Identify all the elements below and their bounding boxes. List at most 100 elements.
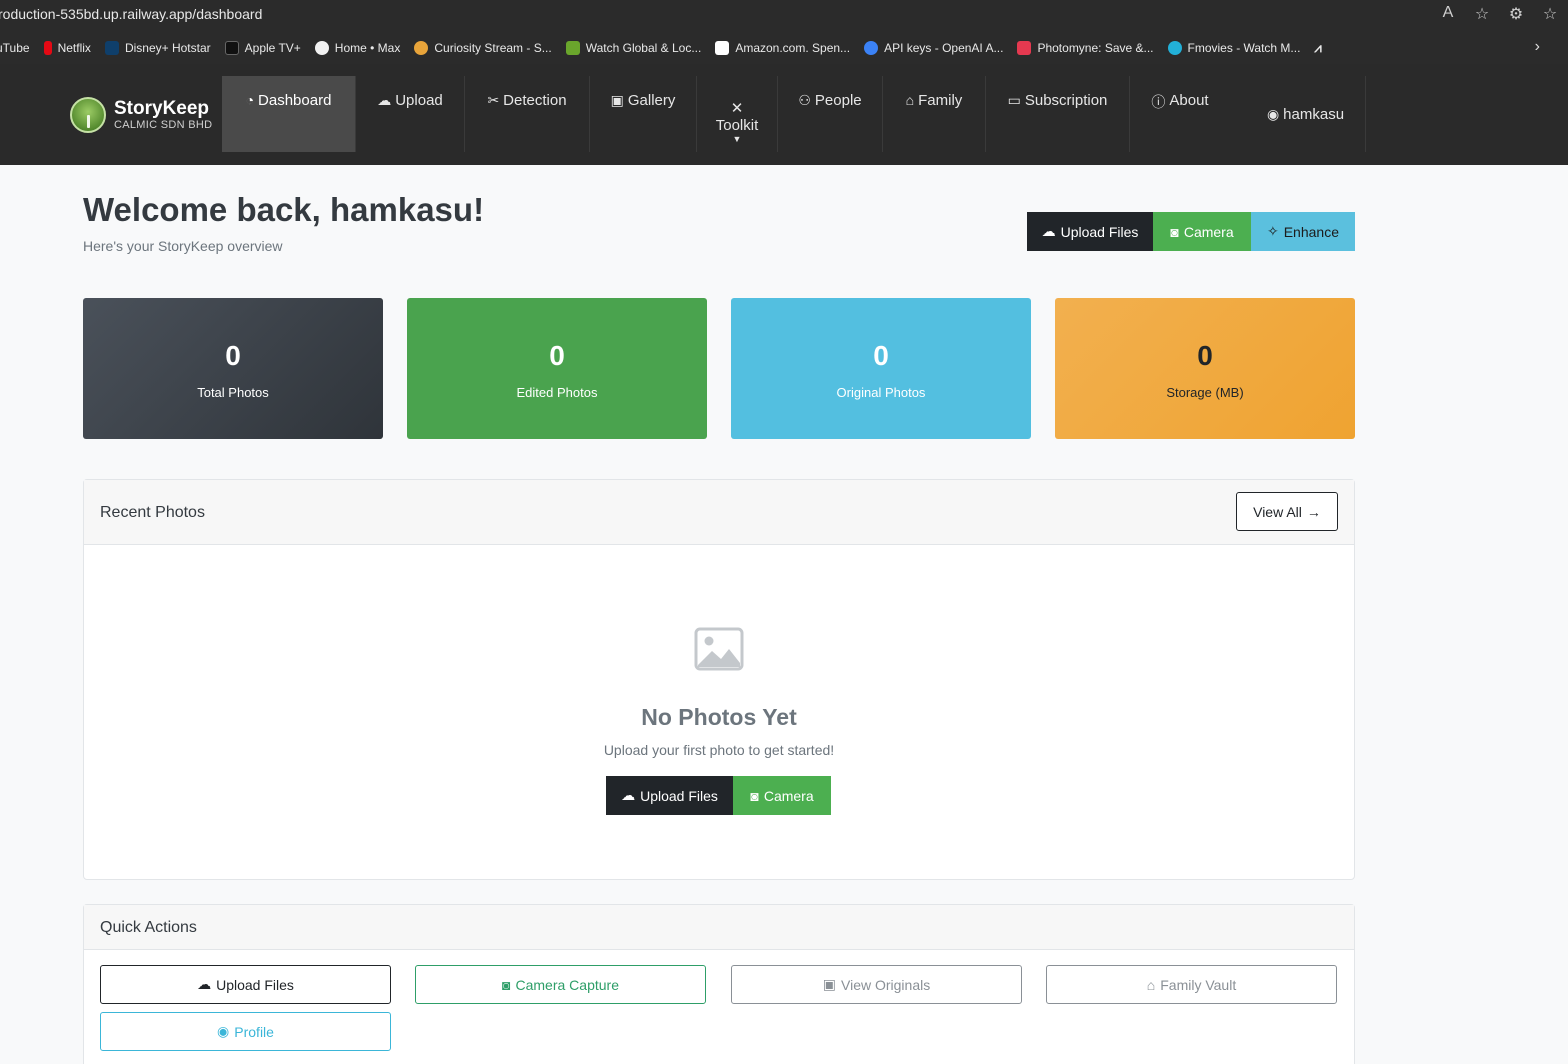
empty-state-buttons: ☁ Upload Files ◙ Camera	[606, 776, 831, 815]
info-icon: ⓘ	[1151, 94, 1166, 110]
button-label: Upload Files	[640, 787, 718, 804]
appletv-icon	[224, 40, 239, 55]
nav-label: Family	[918, 92, 963, 109]
person-circle-icon: ◉	[217, 1023, 230, 1039]
star-icon[interactable]: ☆	[1472, 4, 1492, 24]
stat-label: Edited Photos	[516, 385, 598, 400]
url-text[interactable]: roduction-535bd.up.railway.app/dashboard	[0, 6, 262, 22]
quick-camera-capture-button[interactable]: ◙ Camera Capture	[415, 965, 706, 1004]
nav-about[interactable]: ⓘ About	[1130, 76, 1230, 152]
button-label: View All	[1253, 503, 1302, 520]
nav-label: Toolkit	[715, 116, 759, 134]
nav-people[interactable]: ⚇ People	[778, 76, 883, 152]
hotstar-icon	[104, 40, 119, 55]
cloud-upload-icon: ☁	[377, 92, 392, 108]
enhance-button[interactable]: ✧ Enhance	[1251, 212, 1355, 251]
nav-detection[interactable]: ✂ Detection	[465, 76, 590, 152]
brand[interactable]: StoryKeep CALMIC SDN BHD	[70, 97, 212, 133]
nav-label: People	[814, 92, 862, 109]
nav-dashboard[interactable]: ◔ Dashboard	[222, 76, 356, 152]
nav-user-menu[interactable]: ◉ hamkasu	[1246, 76, 1366, 152]
empty-state-title: No Photos Yet	[641, 704, 797, 730]
camera-icon: ◙	[502, 976, 511, 993]
image-icon: ▣	[822, 976, 836, 992]
openai-icon	[864, 40, 879, 55]
camera-button[interactable]: ◙ Camera	[1153, 212, 1251, 251]
bookmark-misc[interactable]: ⩘	[1314, 40, 1321, 56]
house-heart-icon: ⌂	[905, 92, 915, 108]
cloud-upload-icon: ☁	[1041, 223, 1056, 239]
fmovies-icon	[1167, 40, 1182, 55]
upload-files-button[interactable]: ☁ Upload Files	[606, 776, 733, 815]
username: hamkasu	[1283, 106, 1345, 123]
wave-icon: ⩘	[1314, 39, 1322, 55]
photomyne-icon	[1017, 40, 1032, 55]
nav-gallery[interactable]: ▣ Gallery	[590, 76, 697, 152]
bookmark-label: Disney+ Hotstar	[124, 40, 211, 55]
scissors-icon: ✂	[487, 92, 500, 108]
cloud-upload-icon: ☁	[621, 787, 636, 803]
image-placeholder-icon	[694, 627, 744, 671]
bookmark-youtube[interactable]: uTube	[0, 41, 30, 55]
bookmark-label: Amazon.com. Spen...	[735, 40, 851, 55]
bookmark-amazon[interactable]: Amazon.com. Spen...	[715, 40, 851, 55]
quick-family-vault-button[interactable]: ⌂ Family Vault	[1046, 965, 1337, 1004]
stat-edited-photos: 0 Edited Photos	[407, 298, 707, 439]
recent-photos-card: Recent Photos View All → No Photos Yet Up…	[83, 479, 1355, 880]
caret-down-icon: ▼	[732, 133, 742, 144]
bookmark-openai[interactable]: API keys - OpenAI A...	[864, 40, 1003, 55]
stat-total-photos: 0 Total Photos	[83, 298, 383, 439]
arrow-right-icon: →	[1306, 503, 1321, 520]
stat-value: 0	[873, 340, 889, 371]
bookmark-hotstar[interactable]: Disney+ Hotstar	[104, 40, 211, 55]
bookmark-watch-global[interactable]: Watch Global & Loc...	[565, 40, 702, 55]
amazon-icon	[715, 40, 730, 55]
button-label: Camera	[763, 787, 814, 804]
button-label: View Originals	[841, 976, 931, 993]
button-label: Camera Capture	[515, 976, 619, 993]
button-label: Upload Files	[1060, 223, 1139, 240]
page-title: Welcome back, hamkasu!	[83, 191, 485, 228]
card-header: Recent Photos View All →	[84, 480, 1354, 545]
bookmark-label: Photomyne: Save &...	[1037, 40, 1154, 55]
bookmark-curiosity[interactable]: Curiosity Stream - S...	[414, 40, 552, 55]
tree-logo-icon	[70, 97, 106, 133]
chevron-right-icon[interactable]: ›	[1535, 38, 1540, 56]
bookmark-label: Watch Global & Loc...	[585, 40, 702, 55]
bookmark-label: Fmovies - Watch M...	[1187, 40, 1301, 55]
stat-original-photos: 0 Original Photos	[731, 298, 1031, 439]
favorites-icon[interactable]: ☆	[1540, 4, 1560, 24]
empty-state-subtitle: Upload your first photo to get started!	[603, 742, 835, 758]
nav-label: Detection	[503, 92, 567, 109]
bookmark-label: Apple TV+	[244, 40, 301, 55]
header-action-buttons: ☁ Upload Files ◙ Camera ✧ Enhance	[1027, 212, 1355, 251]
nav-label: Upload	[395, 92, 443, 109]
netflix-icon	[43, 40, 52, 55]
upload-files-button[interactable]: ☁ Upload Files	[1027, 212, 1153, 251]
button-label: Enhance	[1283, 223, 1339, 240]
nav-subscription[interactable]: ▭ Subscription	[986, 76, 1130, 152]
bookmark-fmovies[interactable]: Fmovies - Watch M...	[1167, 40, 1301, 55]
view-all-button[interactable]: View All →	[1236, 492, 1338, 531]
camera-button[interactable]: ◙ Camera	[733, 776, 831, 815]
quick-view-originals-button[interactable]: ▣ View Originals	[731, 965, 1022, 1004]
read-aloud-icon[interactable]: A	[1438, 4, 1458, 24]
bookmark-max[interactable]: Home • Max	[314, 40, 400, 55]
nav-upload[interactable]: ☁ Upload	[356, 76, 465, 152]
quick-upload-files-button[interactable]: ☁ Upload Files	[100, 965, 391, 1004]
bookmark-appletv[interactable]: Apple TV+	[224, 40, 301, 55]
quick-profile-button[interactable]: ◉ Profile	[100, 1012, 391, 1051]
house-heart-icon: ⌂	[1146, 976, 1156, 993]
nav-toolkit-dropdown[interactable]: ✕ Toolkit ▼	[697, 76, 778, 152]
stat-label: Total Photos	[197, 385, 269, 400]
extensions-icon[interactable]: ⚙	[1506, 4, 1526, 24]
stat-value: 0	[549, 340, 565, 371]
nav-family[interactable]: ⌂ Family	[883, 76, 986, 152]
nav-label: About	[1169, 92, 1209, 109]
bookmark-label: Netflix	[57, 40, 91, 55]
bookmark-photomyne[interactable]: Photomyne: Save &...	[1017, 40, 1154, 55]
max-icon	[314, 40, 329, 55]
bookmark-netflix[interactable]: Netflix	[43, 40, 91, 55]
bookmark-label: Curiosity Stream - S...	[434, 40, 552, 55]
button-label: Upload Files	[216, 976, 294, 993]
